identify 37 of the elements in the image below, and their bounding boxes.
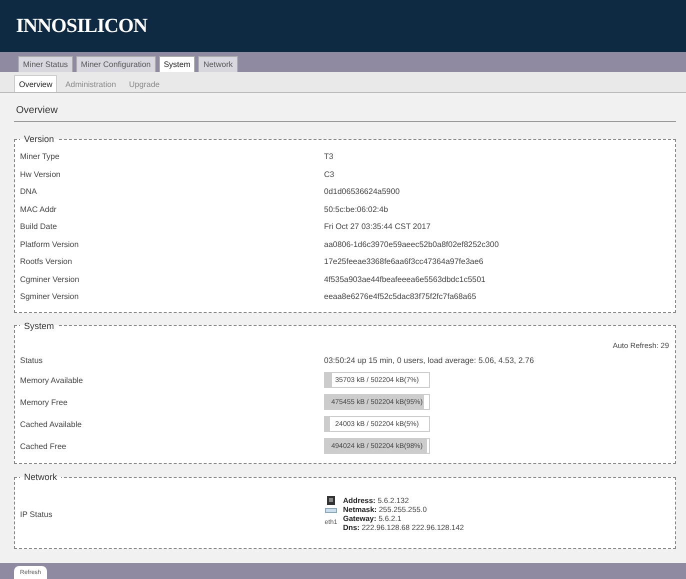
- row-label: Rootfs Version: [20, 257, 74, 266]
- section-legend: Network: [20, 472, 62, 482]
- row-label: MAC Addr: [20, 204, 58, 214]
- row-label: Hw Version: [20, 170, 62, 179]
- row-label: DNA: [20, 187, 38, 196]
- sub-tab[interactable]: Upgrade: [124, 75, 165, 92]
- tab[interactable]: System: [158, 56, 196, 72]
- tab[interactable]: Network: [198, 56, 238, 72]
- row-value: 17e25feeae3368fe6aa6f3cc47364a97fe3ae6: [324, 257, 484, 266]
- row-label: Platform Version: [20, 240, 80, 249]
- row-label: Memory Available: [20, 376, 84, 384]
- row-value: T3: [324, 152, 334, 162]
- logo: INNOSILICON: [16, 14, 148, 38]
- row-label: Miner Type: [20, 152, 60, 162]
- row-value: eeaa8e6276e4f52c5dac83f75f2fc7fa68a65: [324, 292, 478, 302]
- row-label: Sgminer Version: [20, 292, 80, 302]
- section-legend: System: [20, 320, 58, 330]
- row-value: 50:5c:be:06:02:4b: [324, 204, 390, 214]
- row-value: 4f535a903ae44fbeafeeea6e5563dbdc1c5501: [324, 274, 486, 284]
- row-label: Cached Free: [20, 442, 68, 450]
- tab[interactable]: Miner Configuration: [76, 56, 156, 72]
- sub-tab[interactable]: Administration: [60, 75, 122, 92]
- tab[interactable]: Miner Status: [18, 56, 73, 72]
- sub-tab[interactable]: Overview: [14, 75, 58, 92]
- row-label: IP Status: [20, 510, 54, 518]
- row-value: 0d1d06536624a5900: [324, 187, 401, 196]
- section-legend: Version: [20, 134, 58, 144]
- row-label: Memory Free: [20, 398, 69, 406]
- row-label: Cgminer Version: [20, 274, 80, 284]
- row-value: C3: [324, 170, 336, 179]
- row-value: Fri Oct 27 03:35:44 CST 2017: [324, 222, 432, 232]
- row-label: Status: [20, 356, 44, 365]
- page-title: Overview: [14, 99, 676, 122]
- row-label: Build Date: [20, 222, 58, 232]
- row-value: aa0806-1d6c3970e59aeec52b0a8f02ef8252c300: [324, 240, 500, 249]
- row-label: Cached Available: [20, 420, 83, 428]
- row-value: 03:50:24 up 15 min, 0 users, load average: 5.06, 4.53, 2.76: [324, 356, 535, 365]
